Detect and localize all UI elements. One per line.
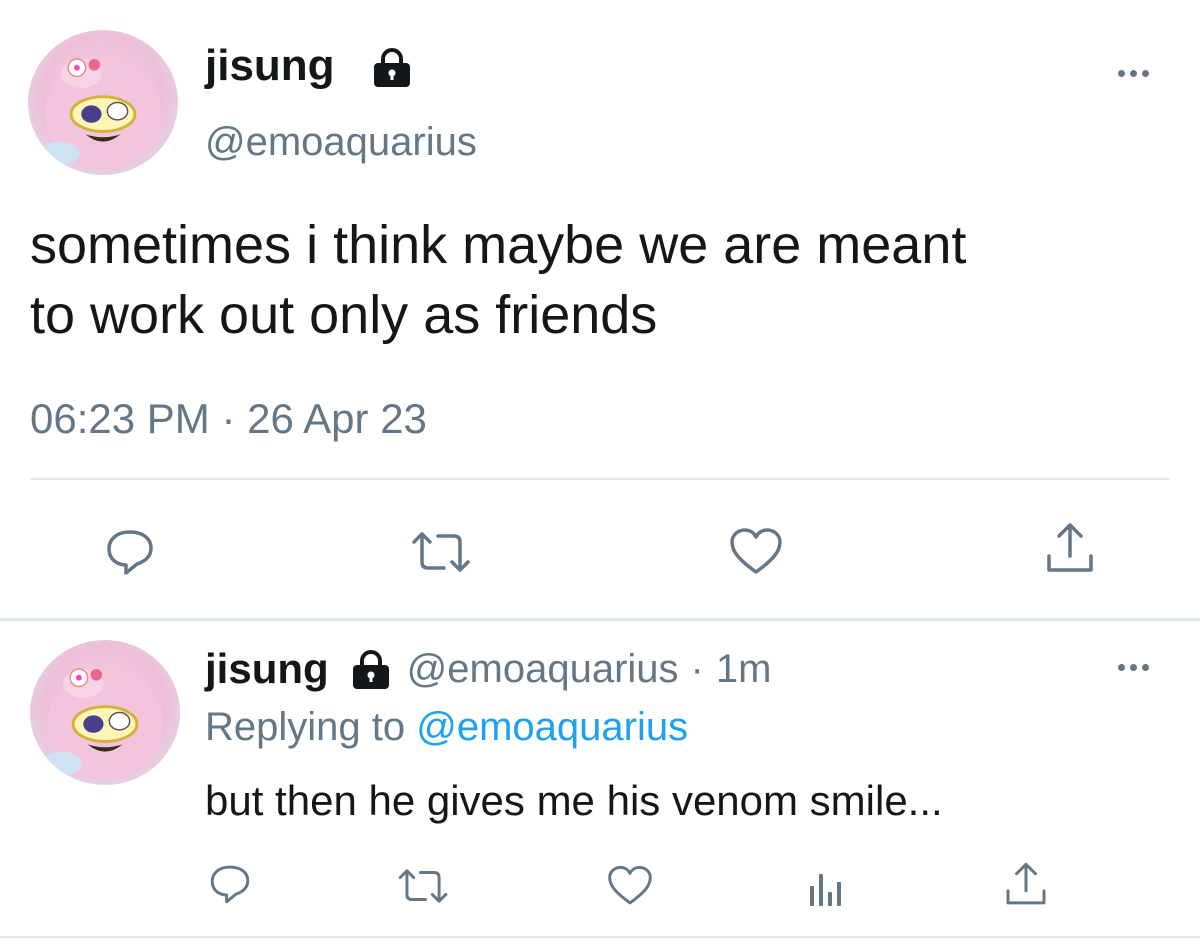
reply-share-button[interactable] [1002,860,1050,908]
avatar-image [39,58,161,170]
display-name[interactable]: jisung [205,38,335,94]
separator-dot: · [690,647,704,691]
more-options-icon[interactable] [1118,70,1149,77]
reply-button[interactable] [104,526,156,578]
share-icon [1006,862,1046,905]
tweet-text: sometimes i think maybe we are meant to … [30,210,966,350]
reply-retweet-button[interactable] [396,864,450,908]
user-handle[interactable]: @emoaquarius [205,116,477,168]
retweet-icon [412,532,470,572]
reply-like-button[interactable] [606,864,654,908]
tweet-timestamp[interactable]: 06:23 PM · 26 Apr 23 [30,392,427,446]
share-icon [1047,523,1093,572]
like-icon [730,528,782,574]
reply-header: jisung @emoaquarius · 1m [205,642,771,696]
avatar[interactable] [28,30,178,175]
tweet-text-line2: to work out only as friends [30,285,658,345]
reply-icon [210,865,250,904]
like-button[interactable] [728,526,784,578]
reply-text: but then he gives me his venom smile... [205,777,943,824]
bottom-divider [0,936,1200,938]
reply-avatar[interactable] [30,640,180,785]
tweet-text-line1: sometimes i think maybe we are meant [30,215,967,275]
replying-to: Replying to @emoaquarius [205,700,688,754]
lock-icon [370,46,414,88]
reply-time[interactable]: 1m [716,642,772,696]
replying-to-label: Replying to [205,705,406,749]
replying-to-handle-link[interactable]: @emoaquarius [416,705,688,749]
analytics-icon [810,874,841,906]
reply-display-name[interactable]: jisung [205,642,329,696]
like-icon [608,865,652,905]
divider [30,478,1170,480]
retweet-button[interactable] [410,526,472,578]
reply-reply-button[interactable] [208,862,252,906]
reply-icon [107,530,153,575]
share-button[interactable] [1042,520,1098,576]
reply-analytics-button[interactable] [806,866,846,908]
reply-handle[interactable]: @emoaquarius [407,642,679,696]
retweet-icon [398,869,448,903]
lock-icon [349,648,393,690]
reply-more-options-icon[interactable] [1118,664,1149,671]
avatar-image [41,668,163,780]
section-divider [0,618,1200,621]
